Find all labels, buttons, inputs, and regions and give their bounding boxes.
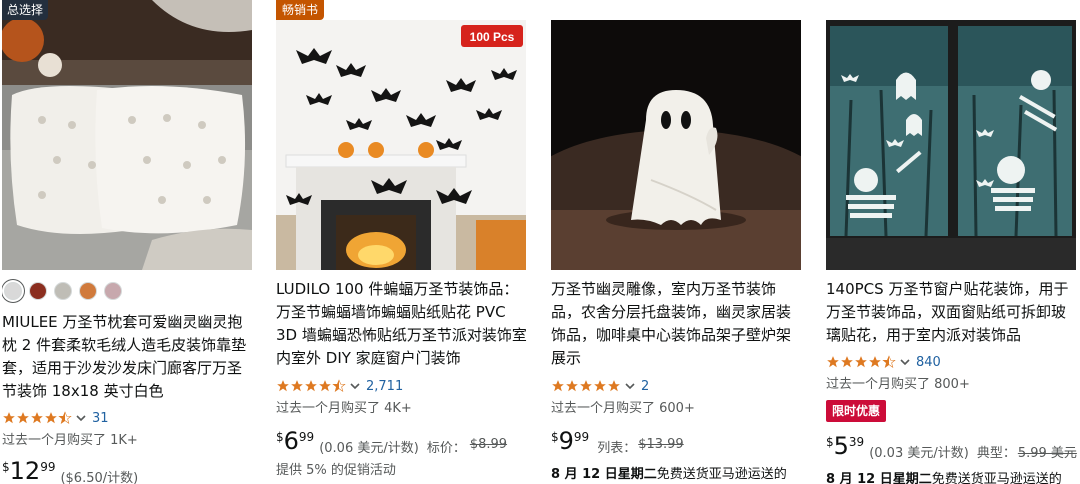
price-symbol: $ <box>276 430 284 444</box>
product-image-1[interactable] <box>2 0 252 270</box>
chevron-down-icon[interactable] <box>75 412 87 424</box>
chevron-down-icon[interactable] <box>624 380 636 392</box>
rating-3[interactable]: 2 <box>551 377 649 395</box>
star-rating-icon <box>826 355 896 369</box>
product-title-4[interactable]: 140PCS 万圣节窗户贴花装饰，用于万圣节装饰品，双面窗贴纸可拆卸玻璃贴花，用… <box>826 278 1078 347</box>
unit-price: (0.03 美元/计数) <box>869 446 969 461</box>
limited-deal-badge: 限时优惠 <box>826 400 887 422</box>
product-card-3[interactable]: 万圣节幽灵雕像，室内万圣节装饰品，农舍分层托盘装饰，幽灵家居装饰品，咖啡桌中心装… <box>551 0 809 484</box>
unit-price: (0.06 美元/计数) <box>319 441 419 456</box>
list-price-label: 标价： <box>426 441 466 456</box>
product-title-2[interactable]: LUDILO 100 件蝙蝠万圣节装饰品：万圣节蝙蝠墙饰蝙蝠贴纸贴花 PVC 3… <box>276 278 528 370</box>
price-4[interactable]: $ 5 39 (0.03 美元/计数) 典型： 5.99 美元 <box>826 433 1077 461</box>
list-price: $13.99 <box>638 437 684 452</box>
price-3[interactable]: $ 9 99 列表： $13.99 <box>551 428 684 456</box>
price-2[interactable]: $ 6 99 (0.06 美元/计数) 标价： $8.99 <box>276 428 507 456</box>
swatch-rust[interactable] <box>29 282 47 300</box>
bought-count: 过去一个月购买了 1K+ <box>2 433 138 448</box>
list-price: 5.99 美元 <box>1017 446 1077 461</box>
price-whole: 9 <box>558 427 574 455</box>
delivery-text: 免费送货亚马逊运送的 <box>931 472 1062 484</box>
swatch-pink[interactable] <box>104 282 122 300</box>
list-price-label: 典型： <box>976 446 1016 461</box>
price-fraction: 99 <box>573 430 590 444</box>
rating-1[interactable]: 31 <box>2 409 109 427</box>
price-whole: 5 <box>833 432 849 460</box>
product-title-3[interactable]: 万圣节幽灵雕像，室内万圣节装饰品，农舍分层托盘装饰，幽灵家居装饰品，咖啡桌中心装… <box>551 278 803 370</box>
product-title-1[interactable]: MIULEE 万圣节枕套可爱幽灵幽灵抱枕 2 件套柔软毛绒人造毛皮装饰靠垫套，适… <box>2 311 254 403</box>
star-rating-icon <box>551 379 621 393</box>
swatch-white[interactable] <box>4 282 22 300</box>
price-fraction: 39 <box>848 435 865 449</box>
rating-count[interactable]: 840 <box>916 355 941 370</box>
star-rating-icon <box>276 379 346 393</box>
bought-count: 过去一个月购买了 800+ <box>826 377 970 392</box>
delivery-date: 8 月 12 日星期二 <box>826 472 932 484</box>
price-1[interactable]: $ 12 99 ($6.50/计数) <box>2 458 138 484</box>
chevron-down-icon[interactable] <box>349 380 361 392</box>
bought-count: 过去一个月购买了 600+ <box>551 401 695 416</box>
product-image-2[interactable]: 100 Pcs <box>276 20 526 270</box>
product-image-4[interactable] <box>826 20 1076 270</box>
best-seller-badge: 畅销书 <box>276 0 325 20</box>
rating-count[interactable]: 2,711 <box>366 379 403 394</box>
product-card-4[interactable]: 140PCS 万圣节窗户贴花装饰，用于万圣节装饰品，双面窗贴纸可拆卸玻璃贴花，用… <box>826 0 1080 484</box>
color-swatches <box>4 282 122 300</box>
promo-text: 提供 5% 的促销活动 <box>276 463 396 478</box>
price-fraction: 99 <box>40 460 56 474</box>
price-whole: 12 <box>9 457 41 484</box>
star-rating-icon <box>2 411 72 425</box>
bought-count: 过去一个月购买了 4K+ <box>276 401 412 416</box>
delivery-info: 8 月 12 日星期二免费送货亚马逊运送的 <box>551 463 787 482</box>
rating-count[interactable]: 31 <box>92 411 109 426</box>
overall-pick-badge: 总选择 <box>2 0 49 20</box>
price-whole: 6 <box>283 427 299 455</box>
price-fraction: 99 <box>298 430 315 444</box>
price-symbol: $ <box>551 430 559 444</box>
list-price: $8.99 <box>469 437 508 452</box>
product-image-3[interactable] <box>551 20 801 270</box>
pack-count-label: 100 Pcs <box>470 30 515 44</box>
unit-price: ($6.50/计数) <box>60 471 139 484</box>
price-symbol: $ <box>2 460 10 474</box>
delivery-date: 8 月 12 日星期二 <box>551 467 657 482</box>
product-card-1[interactable]: 总选择 MIULEE 万圣节枕套可爱幽灵幽灵抱枕 2 件套柔软毛绒人造毛皮装饰靠… <box>2 0 260 484</box>
product-card-2[interactable]: 畅销书 100 Pcs LUDILO 100 件蝙蝠万圣节装饰品：万圣节蝙蝠墙饰… <box>276 0 534 484</box>
swatch-grey[interactable] <box>54 282 72 300</box>
list-price-label: 列表： <box>597 441 637 456</box>
rating-count[interactable]: 2 <box>641 379 649 394</box>
chevron-down-icon[interactable] <box>899 356 911 368</box>
delivery-info: 8 月 12 日星期二免费送货亚马逊运送的 <box>826 468 1062 484</box>
delivery-text: 免费送货亚马逊运送的 <box>656 467 787 482</box>
rating-2[interactable]: 2,711 <box>276 377 403 395</box>
swatch-orange[interactable] <box>79 282 97 300</box>
rating-4[interactable]: 840 <box>826 353 941 371</box>
price-symbol: $ <box>826 435 834 449</box>
